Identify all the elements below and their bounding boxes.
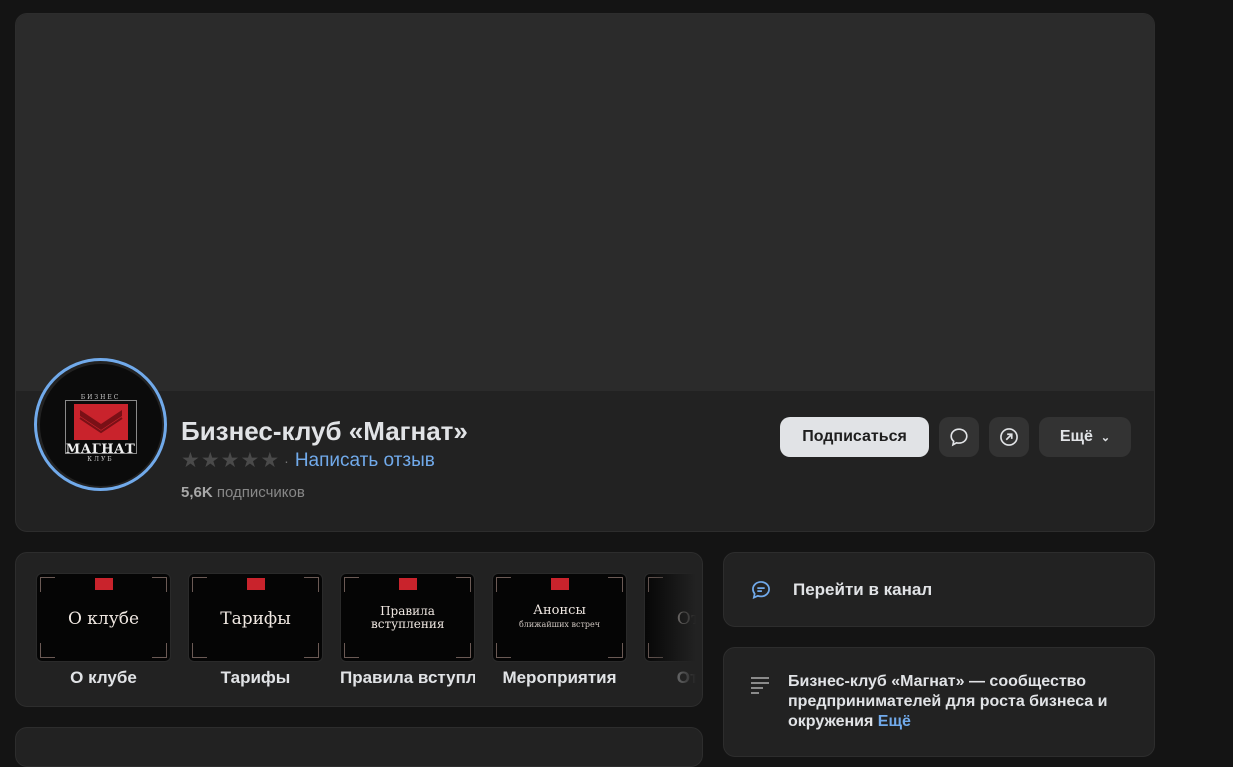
club-logo: БИЗНЕС МАГНАТ КЛУБ: [39, 363, 162, 486]
section-cover-title: Тарифы: [220, 609, 291, 629]
star-icon[interactable]: ★: [221, 450, 240, 472]
share-button[interactable]: [989, 417, 1029, 457]
star-icon[interactable]: ★: [260, 450, 279, 472]
section-cover-title: О клубе: [67, 609, 140, 629]
text-lines-icon: [751, 677, 769, 694]
about-description-text: Бизнес-клуб «Магнат» — сообщество предпр…: [788, 673, 1108, 730]
mini-logo-icon: [247, 578, 265, 590]
go-to-channel-button[interactable]: Перейти в канал: [723, 552, 1155, 627]
section-label: О клубе: [70, 668, 137, 687]
next-section-card: [15, 727, 703, 767]
about-description: Бизнес-клуб «Магнат» — сообщество предпр…: [788, 672, 1118, 732]
cover-image: [16, 14, 1154, 391]
subscribers-number: 5,6K: [181, 484, 213, 501]
about-more-link[interactable]: Ещё: [878, 713, 911, 730]
subscribe-button[interactable]: Подписаться: [780, 417, 929, 457]
section-cover-title: Анонсы: [533, 603, 586, 618]
section-tile-about[interactable]: О клубе О клубе: [36, 573, 171, 688]
about-card: Бизнес-клуб «Магнат» — сообщество предпр…: [723, 647, 1155, 757]
more-button[interactable]: Ещё ⌄: [1039, 417, 1131, 457]
star-icon[interactable]: ★: [201, 450, 220, 472]
section-tile-tariffs[interactable]: Тарифы Тарифы: [188, 573, 323, 688]
star-icon[interactable]: ★: [240, 450, 259, 472]
section-label: Правила вступления: [340, 668, 475, 687]
section-cover: О клубе: [36, 573, 171, 662]
mini-logo-icon: [399, 578, 417, 590]
section-label: Тарифы: [220, 668, 291, 687]
subscribers-count[interactable]: 5,6K подписчиков: [181, 484, 305, 501]
chevron-down-icon: ⌄: [1100, 431, 1111, 444]
rating-row: ★ ★ ★ ★ ★ · Написать отзыв: [181, 450, 435, 472]
section-cover: Тарифы: [188, 573, 323, 662]
carousel-fade: [642, 553, 702, 706]
mini-logo-icon: [95, 578, 113, 590]
section-tile-events[interactable]: Анонсы ближайших встреч Мероприятия: [492, 573, 627, 688]
logo-emblem: [73, 403, 128, 440]
mini-logo-icon: [551, 578, 569, 590]
rating-separator: ·: [284, 453, 289, 469]
page-title: Бизнес-клуб «Магнат»: [181, 416, 468, 446]
write-review-link[interactable]: Написать отзыв: [295, 450, 435, 472]
subscribers-label: подписчиков: [216, 484, 305, 501]
chat-channel-icon: [752, 580, 770, 599]
section-cover: Правила вступления: [340, 573, 475, 662]
share-arrow-icon: [1000, 428, 1018, 446]
logo-bottom-text: КЛУБ: [87, 455, 114, 463]
community-header: БИЗНЕС МАГНАТ КЛУБ Бизнес-клуб «Магнат» …: [15, 13, 1155, 532]
section-cover: Анонсы ближайших встреч: [492, 573, 627, 662]
avatar[interactable]: БИЗНЕС МАГНАТ КЛУБ: [34, 358, 167, 491]
message-bubble-icon: [950, 428, 968, 447]
section-label: Мероприятия: [502, 668, 617, 687]
section-cover-title: Правила вступления: [371, 604, 445, 631]
logo-main-text: МАГНАТ: [65, 441, 136, 457]
sections-carousel: О клубе О клубе Тарифы Тарифы Правила вс…: [15, 552, 703, 707]
section-tile-rules[interactable]: Правила вступления Правила вступления: [340, 573, 475, 688]
go-to-channel-label: Перейти в канал: [793, 579, 933, 599]
star-icon[interactable]: ★: [181, 450, 200, 472]
section-cover-subtitle: ближайших встреч: [518, 620, 601, 629]
message-button[interactable]: [939, 417, 979, 457]
more-button-label: Ещё: [1059, 428, 1093, 445]
